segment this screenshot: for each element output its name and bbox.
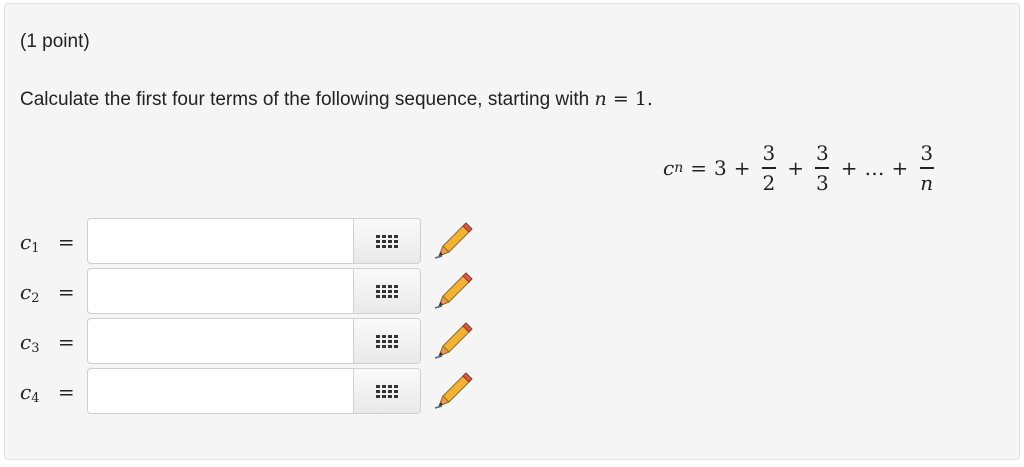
answer-eq: = — [57, 280, 75, 304]
fraction-denominator: n — [920, 170, 934, 195]
answer-var: c — [20, 380, 32, 404]
question-value: 1 — [634, 88, 647, 110]
grid-icon — [376, 384, 398, 398]
formula-plus-1: + — [733, 156, 751, 180]
answer-row-1: c1 = — [5, 218, 505, 266]
answer-label-3: c3 = — [20, 330, 75, 356]
formula-plus-4: + — [891, 156, 909, 180]
answer-input-c2[interactable] — [88, 269, 354, 313]
answer-row-2: c2 = — [5, 268, 505, 316]
formula-fraction-3: 3 n — [918, 141, 935, 195]
grid-icon — [376, 234, 398, 248]
question-prompt: Calculate the first four terms of the fo… — [20, 89, 590, 110]
fraction-denominator: 2 — [762, 170, 776, 195]
fraction-numerator: 3 — [920, 141, 934, 166]
answer-eq: = — [57, 230, 75, 254]
pencil-icon[interactable] — [433, 220, 475, 262]
points-label: (1 point) — [20, 31, 90, 52]
pencil-icon[interactable] — [433, 270, 475, 312]
answer-var: c — [20, 230, 32, 254]
answer-sub: 3 — [31, 341, 40, 356]
answer-box-2 — [87, 268, 421, 314]
formula-plus-2: + — [787, 156, 804, 180]
math-palette-button-1[interactable] — [353, 219, 420, 263]
question-text: Calculate the first four terms of the fo… — [20, 88, 653, 111]
answer-box-1 — [87, 218, 421, 264]
answer-input-c1[interactable] — [88, 219, 354, 263]
answer-eq: = — [57, 330, 75, 354]
answer-input-c3[interactable] — [88, 319, 354, 363]
answer-box-4 — [87, 368, 421, 414]
formula-fraction-2: 3 3 — [814, 141, 831, 195]
math-palette-button-2[interactable] — [353, 269, 420, 313]
answer-sub: 1 — [31, 241, 40, 256]
grid-icon — [376, 334, 398, 348]
grid-icon — [376, 284, 398, 298]
formula-lhs-sub: n — [674, 160, 684, 176]
formula-ellipsis: … — [864, 156, 885, 180]
answer-var: c — [20, 280, 32, 304]
answer-box-3 — [87, 318, 421, 364]
fraction-bar — [815, 167, 830, 169]
answer-label-4: c4 = — [20, 380, 75, 406]
pencil-icon[interactable] — [433, 320, 475, 362]
formula-lhs-var: c — [663, 156, 675, 180]
answer-label-2: c2 = — [20, 280, 75, 306]
formula-plus-3: + — [840, 156, 858, 180]
answer-input-c4[interactable] — [88, 369, 354, 413]
answer-sub: 4 — [31, 391, 40, 406]
formula-fraction-1: 3 2 — [761, 141, 778, 195]
sequence-formula: cn = 3 + 3 2 + 3 3 + … + 3 n — [663, 132, 938, 204]
formula-first-term: 3 — [714, 156, 727, 180]
math-palette-button-3[interactable] — [353, 319, 420, 363]
question-var: n — [594, 88, 607, 110]
answer-sub: 2 — [31, 291, 40, 306]
math-palette-button-4[interactable] — [353, 369, 420, 413]
fraction-bar — [761, 167, 776, 169]
answer-row-4: c4 = — [5, 368, 505, 416]
answer-eq: = — [57, 380, 75, 404]
question-condition: n = 1. — [595, 88, 653, 110]
pencil-icon[interactable] — [433, 370, 475, 412]
question-eq: = — [612, 88, 629, 110]
fraction-bar — [919, 167, 934, 169]
answer-var: c — [20, 330, 32, 354]
fraction-denominator: 3 — [816, 170, 829, 195]
fraction-numerator: 3 — [816, 141, 829, 166]
answer-label-1: c1 = — [20, 230, 75, 256]
question-period: . — [646, 88, 653, 110]
problem-panel: (1 point) Calculate the first four terms… — [4, 3, 1020, 460]
fraction-numerator: 3 — [762, 141, 776, 166]
formula-eq: = — [690, 156, 707, 180]
answer-row-3: c3 = — [5, 318, 505, 366]
